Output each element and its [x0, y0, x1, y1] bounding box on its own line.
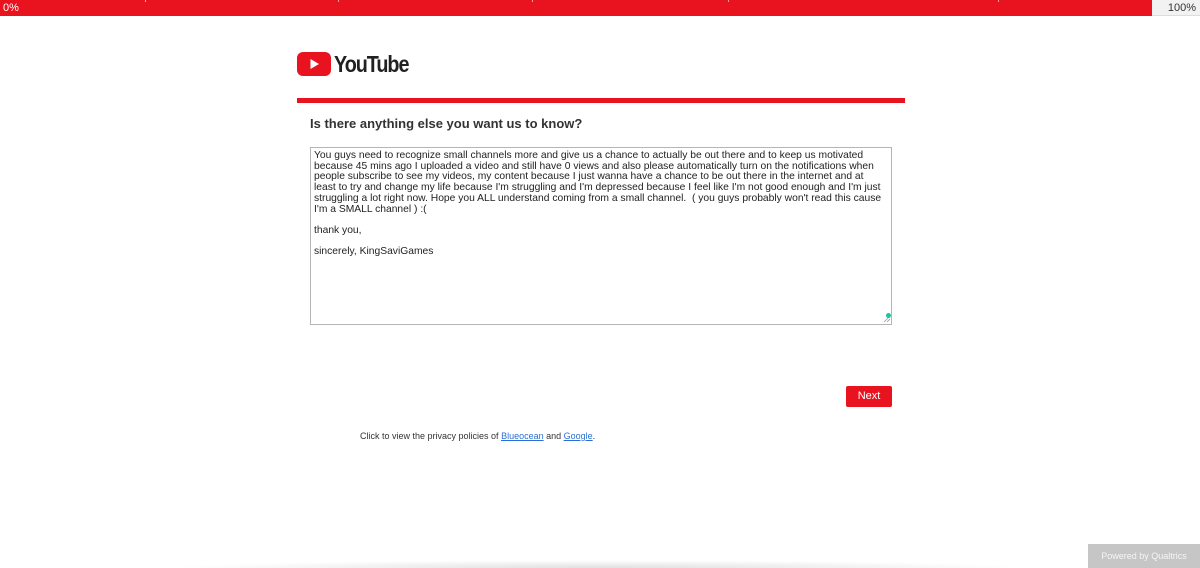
- progress-tick: [338, 0, 339, 2]
- page-bottom-shadow: [170, 560, 1030, 568]
- youtube-logo: YouTube: [297, 50, 421, 78]
- progress-bar-fill: [0, 0, 1152, 16]
- privacy-suffix: .: [592, 431, 596, 441]
- privacy-middle: and: [543, 431, 564, 441]
- next-button[interactable]: Next: [846, 386, 892, 407]
- powered-by-qualtrics-badge[interactable]: Powered by Qualtrics: [1088, 544, 1200, 568]
- progress-end-label: 100%: [1167, 2, 1196, 14]
- progress-tick: [532, 0, 533, 2]
- header-divider: [297, 98, 905, 103]
- progress-tick: [728, 0, 729, 2]
- grammar-status-dot-icon: [886, 313, 891, 318]
- progress-tick: [145, 0, 146, 2]
- blueocean-privacy-link[interactable]: Blueocean: [501, 431, 544, 441]
- youtube-play-icon: [297, 52, 331, 76]
- google-privacy-link[interactable]: Google: [564, 431, 593, 441]
- logo-text: YouTube: [334, 50, 409, 77]
- privacy-prefix: Click to view the privacy policies of: [360, 431, 502, 441]
- answer-textarea[interactable]: You guys need to recognize small channel…: [310, 147, 892, 325]
- progress-start-label: 0%: [3, 2, 19, 14]
- progress-bar: 0% 100%: [0, 0, 1200, 16]
- privacy-notice: Click to view the privacy policies of Bl…: [360, 431, 595, 441]
- progress-tick: [998, 0, 999, 2]
- question-text: Is there anything else you want us to kn…: [310, 116, 583, 131]
